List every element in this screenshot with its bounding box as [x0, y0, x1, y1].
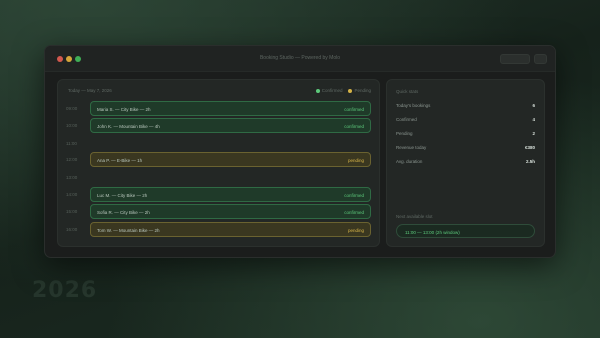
booking-label: Sofia R. — City Bike — 2h	[97, 210, 150, 215]
slot-time: 10:00	[66, 123, 78, 128]
slot-time: 11:00	[66, 141, 77, 146]
toolbar-button-primary[interactable]	[500, 54, 530, 64]
time-slot-empty[interactable]: 11:00	[58, 136, 379, 151]
stats-title: Quick stats	[396, 89, 419, 94]
app-window: Booking Studio — Powered by Molo Today —…	[44, 45, 556, 258]
schedule-header: Today — May 7, 2026 Confirmed Pending	[68, 88, 371, 96]
booking-label: Luc M. — City Bike — 2h	[97, 193, 148, 198]
booking-label: Ana P. — E-Bike — 1h	[97, 158, 143, 163]
window-title: Booking Studio — Powered by Molo	[259, 55, 341, 61]
status-badge: confirmed	[344, 107, 364, 112]
status-badge: confirmed	[344, 210, 364, 215]
time-slot: 09:00 Maria S. — City Bike — 2h confirme…	[58, 101, 379, 116]
stat-value: 2	[532, 131, 535, 136]
stat-label: Revenue today	[396, 145, 427, 150]
legend-item-confirmed: Confirmed	[315, 88, 343, 93]
status-badge: pending	[347, 158, 364, 163]
confirmed-dot-icon	[315, 88, 320, 93]
stat-value: 6	[532, 103, 535, 108]
status-badge: confirmed	[344, 193, 364, 198]
stat-row: Confirmed 4	[396, 117, 535, 125]
stat-label: Today's bookings	[396, 103, 431, 108]
booking-card[interactable]: John K. — Mountain Bike — 4h confirmed	[90, 118, 371, 133]
slot-time: 16:00	[66, 227, 78, 232]
time-slot: 10:00 John K. — Mountain Bike — 4h confi…	[58, 118, 379, 133]
slot-time: 12:00	[66, 157, 78, 162]
booking-label: Maria S. — City Bike — 2h	[97, 107, 151, 112]
time-slot-empty[interactable]: 13:00	[58, 170, 379, 185]
stat-label: Avg. duration	[396, 159, 423, 164]
time-slot: 15:00 Sofia R. — City Bike — 2h confirme…	[58, 204, 379, 219]
stat-row: Avg. duration 2.5h	[396, 159, 535, 167]
slot-time: 14:00	[66, 192, 78, 197]
booking-card[interactable]: Luc M. — City Bike — 2h confirmed	[90, 187, 371, 202]
booking-card[interactable]: Maria S. — City Bike — 2h confirmed	[90, 101, 371, 116]
booking-label: Tom W. — Mountain Bike — 2h	[97, 228, 160, 233]
time-slot: 16:00 Tom W. — Mountain Bike — 2h pendin…	[58, 222, 379, 237]
stat-row: Pending 2	[396, 131, 535, 139]
status-badge: pending	[347, 228, 364, 233]
stats-panel: Quick stats Today's bookings 6 Confirmed…	[386, 79, 545, 247]
title-bar: Booking Studio — Powered by Molo	[45, 46, 555, 72]
stat-label: Confirmed	[396, 117, 417, 122]
year-watermark: 2026	[32, 278, 98, 303]
time-slot: 14:00 Luc M. — City Bike — 2h confirmed	[58, 187, 379, 202]
legend-item-pending: Pending	[348, 88, 371, 93]
next-slot-button[interactable]: 11:00 — 13:00 (2h window)	[396, 224, 535, 238]
stat-value: 2.5h	[525, 159, 535, 164]
pending-dot-icon	[348, 88, 353, 93]
stat-row: Revenue today €380	[396, 145, 535, 153]
next-slot-title: Next available slot	[396, 214, 433, 219]
slot-time: 15:00	[66, 209, 78, 214]
booking-card[interactable]: Sofia R. — City Bike — 2h confirmed	[90, 204, 371, 219]
status-badge: confirmed	[344, 124, 364, 129]
booking-card[interactable]: Tom W. — Mountain Bike — 2h pending	[90, 222, 371, 237]
stat-value: €380	[524, 145, 535, 150]
next-slot-value: 11:00 — 13:00 (2h window)	[405, 229, 460, 235]
stat-row: Today's bookings 6	[396, 103, 535, 111]
slot-time: 09:00	[66, 106, 78, 111]
booking-card[interactable]: Ana P. — E-Bike — 1h pending	[90, 152, 371, 167]
slot-time: 13:00	[66, 175, 78, 180]
schedule-panel: Today — May 7, 2026 Confirmed Pending 09…	[57, 79, 380, 247]
toolbar-button-secondary[interactable]	[534, 54, 547, 64]
stat-label: Pending	[396, 131, 413, 136]
schedule-date: Today — May 7, 2026	[68, 88, 112, 93]
time-slot: 12:00 Ana P. — E-Bike — 1h pending	[58, 152, 379, 167]
stat-value: 4	[532, 117, 535, 122]
legend: Confirmed Pending	[315, 88, 371, 93]
legend-label: Pending	[354, 88, 371, 93]
legend-label: Confirmed	[321, 88, 343, 93]
booking-label: John K. — Mountain Bike — 4h	[97, 124, 160, 129]
